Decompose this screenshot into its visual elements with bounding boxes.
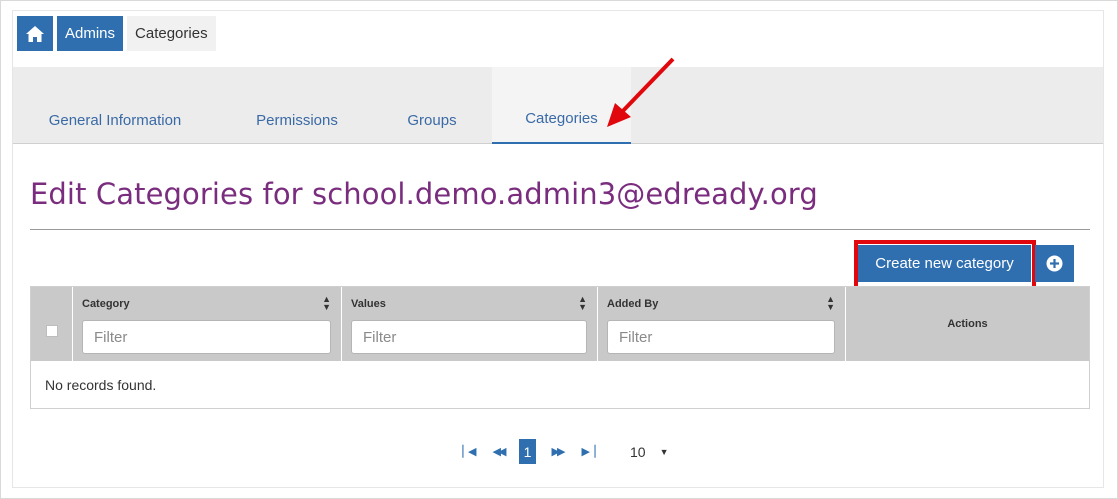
- select-column: [31, 287, 73, 361]
- sort-icon[interactable]: ▲ ▼: [826, 295, 835, 312]
- tab-permissions[interactable]: Permissions: [227, 67, 367, 144]
- breadcrumb: Admins Categories: [17, 16, 216, 51]
- previous-page-icon[interactable]: ◀◀: [483, 445, 513, 458]
- plus-circle-icon: [1046, 255, 1063, 272]
- column-values[interactable]: Values ▲ ▼: [342, 287, 598, 361]
- title-divider: [30, 229, 1090, 230]
- empty-message: No records found.: [45, 377, 157, 393]
- page-title: Edit Categories for school.demo.admin3@e…: [30, 177, 818, 211]
- current-page[interactable]: 1: [519, 439, 536, 464]
- last-page-icon[interactable]: ▶▕: [572, 445, 602, 458]
- breadcrumb-home[interactable]: [17, 16, 53, 51]
- values-filter-input[interactable]: [351, 320, 587, 354]
- breadcrumb-admins[interactable]: Admins: [57, 16, 124, 51]
- added-by-filter-input[interactable]: [607, 320, 835, 354]
- column-label: Added By: [607, 298, 659, 310]
- first-page-icon[interactable]: ▏◀: [453, 445, 483, 458]
- tab-bar: General Information Permissions Groups C…: [13, 67, 1103, 144]
- breadcrumb-current: Categories: [127, 16, 216, 51]
- create-category-button[interactable]: Create new category: [858, 245, 1031, 282]
- table-header: Category ▲▼ Values ▲▼ Added By ▲▼ Action…: [31, 287, 1089, 361]
- category-filter-input[interactable]: [82, 320, 331, 354]
- tab-general-information[interactable]: General Information: [13, 67, 217, 144]
- column-actions: Actions: [947, 318, 988, 330]
- chevron-down-icon: ▼: [659, 446, 669, 457]
- sort-icon[interactable]: ▲ ▼: [322, 295, 331, 312]
- sort-icon[interactable]: ▲ ▼: [578, 295, 587, 312]
- page-container: Admins Categories General Information Pe…: [12, 10, 1104, 488]
- categories-table: Category ▲▼ Values ▲▼ Added By ▲▼ Action…: [30, 286, 1090, 409]
- home-icon: [26, 25, 44, 42]
- page-size-value: 10: [630, 443, 646, 460]
- add-category-button[interactable]: [1035, 245, 1074, 282]
- column-added-by[interactable]: Added By ▲ ▼: [598, 287, 846, 361]
- annotation-arrow-icon: [607, 57, 675, 127]
- select-all-checkbox[interactable]: [46, 325, 58, 337]
- column-label: Category: [82, 298, 130, 310]
- column-label: Values: [351, 298, 386, 310]
- next-page-icon[interactable]: ▶▶: [542, 445, 572, 458]
- page-size-select[interactable]: 10 ▼: [630, 444, 669, 460]
- tab-groups[interactable]: Groups: [377, 67, 487, 144]
- column-category[interactable]: Category ▲ ▼: [73, 287, 342, 361]
- pagination: ▏◀ ◀◀ 1 ▶▶ ▶▕ 10 ▼: [453, 439, 669, 464]
